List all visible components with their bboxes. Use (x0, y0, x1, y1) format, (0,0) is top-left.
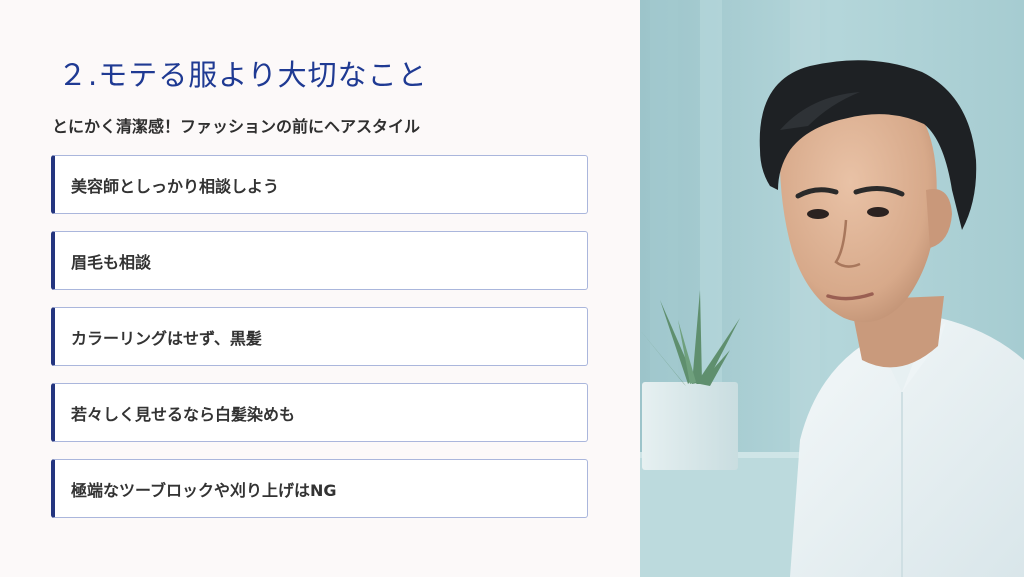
content-panel: ２.モテる服より大切なこと とにかく清潔感！ファッションの前にヘアスタイル 美容… (0, 0, 640, 577)
list-item-label: カラーリングはせず、黒髪 (71, 328, 262, 348)
plant-pot (642, 382, 738, 470)
tips-list: 美容師としっかり相談しよう 眉毛も相談 カラーリングはせず、黒髪 若々しく見せる… (51, 155, 588, 535)
slide-subtitle: とにかく清潔感！ファッションの前にヘアスタイル (52, 117, 421, 136)
slide-title: ２.モテる服より大切なこと (58, 58, 428, 92)
list-item: カラーリングはせず、黒髪 (51, 307, 588, 366)
portrait-photo (640, 0, 1024, 577)
list-item-label: 美容師としっかり相談しよう (71, 176, 280, 196)
portrait-illustration (640, 0, 1024, 577)
list-item: 若々しく見せるなら白髪染めも (51, 383, 588, 442)
slide: ２.モテる服より大切なこと とにかく清潔感！ファッションの前にヘアスタイル 美容… (0, 0, 1024, 577)
list-item-label: 極端なツーブロックや刈り上げはNG (71, 480, 337, 500)
list-item-label: 若々しく見せるなら白髪染めも (71, 404, 296, 424)
list-item: 極端なツーブロックや刈り上げはNG (51, 459, 588, 518)
list-item: 美容師としっかり相談しよう (51, 155, 588, 214)
list-item: 眉毛も相談 (51, 231, 588, 290)
list-item-label: 眉毛も相談 (71, 252, 152, 272)
